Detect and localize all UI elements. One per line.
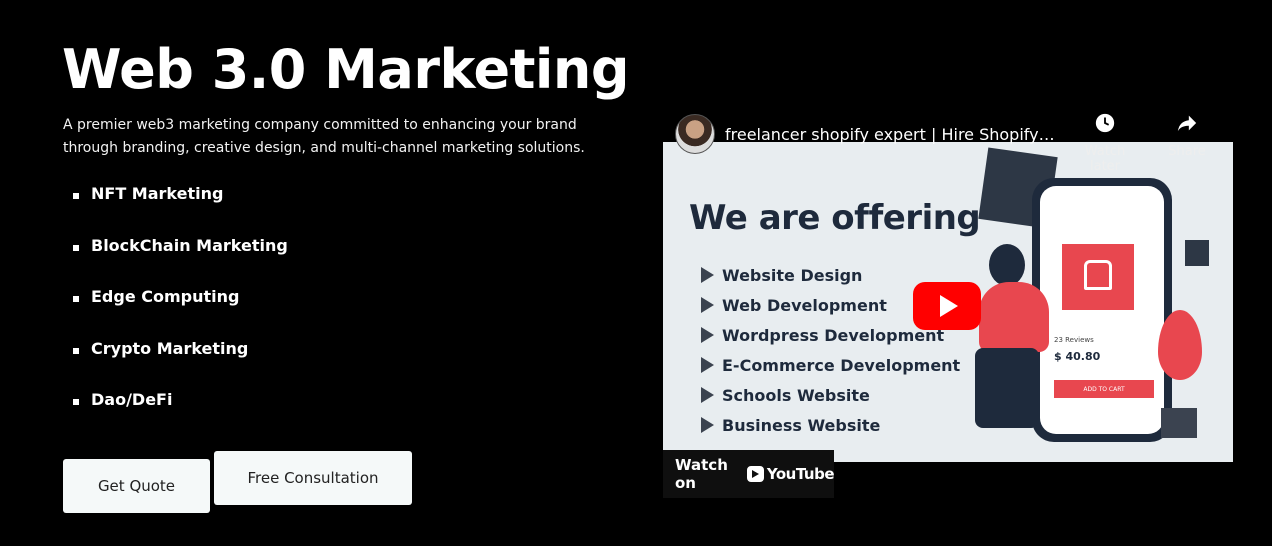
add-to-cart-label: ADD TO CART [1054,380,1154,398]
clock-icon [1095,113,1115,133]
video-title[interactable]: freelancer shopify expert | Hire Shopify… [725,125,1055,144]
woman-legs-illustration [975,348,1039,428]
list-item: Edge Computing [73,287,288,339]
share-button[interactable]: Share [1157,112,1217,159]
page-title: Web 3.0 Marketing [62,38,630,101]
play-arrow-icon [701,417,714,433]
list-item: Crypto Marketing [73,339,288,391]
offer-item: E-Commerce Development [701,350,960,380]
bullet-icon [73,244,79,251]
service-label: Dao/DeFi [91,390,173,409]
hero-description: A premier web3 marketing company committ… [63,117,585,156]
woman-head-illustration [989,244,1025,286]
reviews-text: 23 Reviews [1054,336,1094,344]
phone-illustration: 23 Reviews $ 40.80 ADD TO CART [1032,178,1172,442]
service-label: Edge Computing [91,287,240,306]
service-label: BlockChain Marketing [91,235,288,255]
youtube-play-glyph [752,470,760,478]
watch-later-button[interactable]: Watch later [1075,112,1135,174]
play-arrow-icon [701,387,714,403]
play-arrow-icon [701,267,714,283]
plant-pot-illustration [1161,408,1197,438]
list-item: NFT Marketing [73,184,288,236]
offer-label: Business Website [722,415,881,435]
offer-item: Business Website [701,410,960,440]
share-icon [1177,115,1197,132]
list-item: Dao/DeFi [73,390,288,442]
service-label: Crypto Marketing [91,338,249,358]
watch-on-youtube-button[interactable]: Watch on YouTube [663,450,835,498]
chair-icon [1084,260,1112,290]
offer-label: Web Development [722,295,887,315]
offer-item: Schools Website [701,380,960,410]
share-label: Share [1168,144,1206,159]
service-label: NFT Marketing [91,184,224,203]
services-list: NFT Marketing BlockChain Marketing Edge … [73,184,288,442]
offer-label: Wordpress Development [722,325,945,345]
shopping-bag-icon [1185,240,1209,266]
bullet-icon [73,193,79,199]
play-button[interactable] [913,282,981,330]
product-image [1062,244,1134,310]
play-arrow-icon [701,297,714,313]
play-arrow-icon [701,357,714,373]
play-icon [940,295,958,317]
plant-illustration [1158,310,1202,380]
play-arrow-icon [701,327,714,343]
avatar[interactable] [675,114,715,154]
bullet-icon [73,347,79,354]
offer-label: Schools Website [722,385,870,405]
offer-label: Website Design [722,265,863,285]
watch-later-label: Watch later [1084,144,1126,174]
video-thumbnail[interactable]: We are offering Website Design Web Devel… [663,142,1233,462]
get-quote-button[interactable]: Get Quote [63,459,210,513]
offer-label: E-Commerce Development [722,355,961,375]
free-consultation-button[interactable]: Free Consultation [214,451,412,505]
price-text: $ 40.80 [1054,350,1101,363]
bullet-icon [73,296,79,302]
youtube-embed[interactable]: We are offering Website Design Web Devel… [663,106,1233,498]
youtube-wordmark: YouTube [766,465,835,483]
video-header: freelancer shopify expert | Hire Shopify… [663,106,1233,174]
woman-body-illustration [979,282,1049,352]
thumbnail-heading: We are offering [689,198,981,238]
bullet-icon [73,399,79,405]
youtube-logo-icon [746,466,764,482]
watch-on-label: Watch on [675,456,728,492]
phone-screen: 23 Reviews $ 40.80 ADD TO CART [1040,186,1164,434]
list-item: BlockChain Marketing [73,236,288,288]
